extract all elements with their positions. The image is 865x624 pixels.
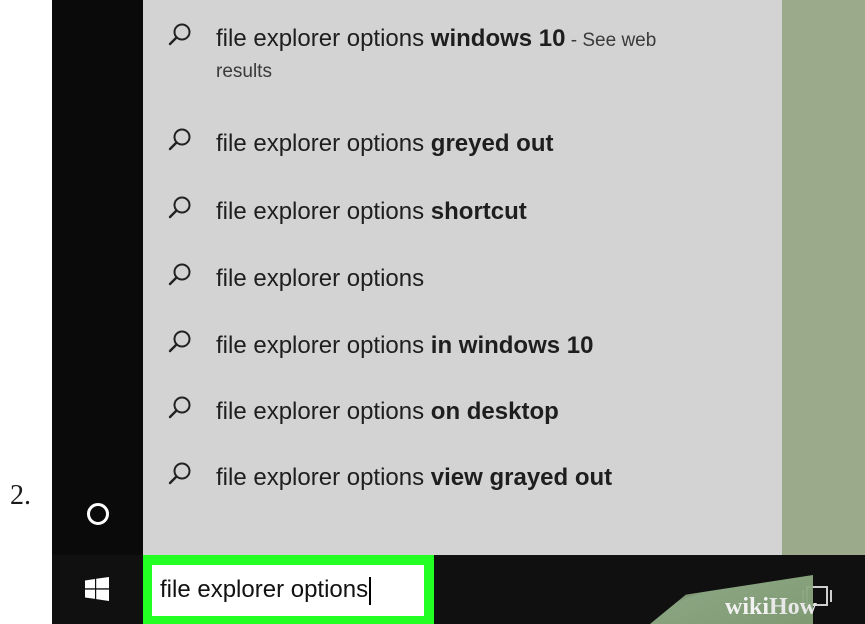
suggestion-bold-text: on desktop bbox=[430, 398, 559, 425]
suggestion-bold-text: shortcut bbox=[430, 198, 527, 225]
start-menu-left-rail bbox=[52, 0, 143, 555]
search-suggestion[interactable]: file explorer options view grayed out bbox=[143, 461, 782, 495]
search-suggestion[interactable]: file explorer options on desktop bbox=[143, 395, 782, 429]
search-suggestion[interactable]: file explorer options greyed out bbox=[143, 127, 782, 161]
suggestion-bold-text: view grayed out bbox=[430, 464, 613, 491]
search-results-panel: file explorer options windows 10 - See w… bbox=[143, 0, 782, 555]
watermark-how: How bbox=[769, 594, 818, 620]
search-icon bbox=[168, 196, 191, 219]
see-web-results-label: - See web bbox=[565, 30, 657, 51]
windows-logo-icon bbox=[85, 577, 109, 601]
see-web-results-continuation: results bbox=[216, 61, 272, 82]
suggestion-text: file explorer options bbox=[216, 130, 431, 157]
search-suggestion[interactable]: file explorer options in windows 10 bbox=[143, 329, 782, 363]
suggestion-text: file explorer options bbox=[216, 398, 431, 425]
search-suggestion[interactable]: file explorer options shortcut bbox=[143, 195, 782, 229]
text-caret bbox=[369, 576, 372, 605]
suggestion-text: file explorer options bbox=[216, 25, 431, 52]
suggestion-text: file explorer options bbox=[216, 198, 431, 225]
search-icon bbox=[168, 330, 191, 353]
search-icon bbox=[168, 263, 191, 286]
step-number: 2. bbox=[10, 480, 31, 511]
search-suggestion[interactable]: file explorer options bbox=[143, 262, 782, 296]
suggestion-text: file explorer options bbox=[216, 464, 431, 491]
search-suggestion[interactable]: file explorer options windows 10 - See w… bbox=[143, 22, 782, 86]
windows-screen: file explorer options windows 10 - See w… bbox=[52, 0, 865, 624]
suggestion-text: file explorer options bbox=[216, 332, 431, 359]
suggestion-text: file explorer options bbox=[216, 265, 425, 292]
search-icon bbox=[168, 462, 191, 485]
cortana-circle-icon[interactable] bbox=[87, 503, 109, 525]
wikihow-watermark: wikiHow bbox=[725, 594, 817, 621]
suggestion-bold-text: greyed out bbox=[430, 130, 554, 157]
search-input[interactable]: file explorer options bbox=[160, 576, 372, 605]
taskbar-search-box[interactable]: file explorer options bbox=[152, 565, 424, 616]
search-icon bbox=[168, 128, 191, 151]
suggestion-bold-text: in windows 10 bbox=[430, 332, 594, 359]
watermark-wiki: wiki bbox=[725, 594, 770, 620]
search-input-value: file explorer options bbox=[160, 576, 369, 604]
desktop-background bbox=[782, 0, 865, 555]
search-icon bbox=[168, 396, 191, 419]
search-icon bbox=[168, 23, 191, 46]
suggestion-bold-text: windows 10 bbox=[430, 25, 566, 52]
start-button[interactable] bbox=[52, 555, 143, 624]
